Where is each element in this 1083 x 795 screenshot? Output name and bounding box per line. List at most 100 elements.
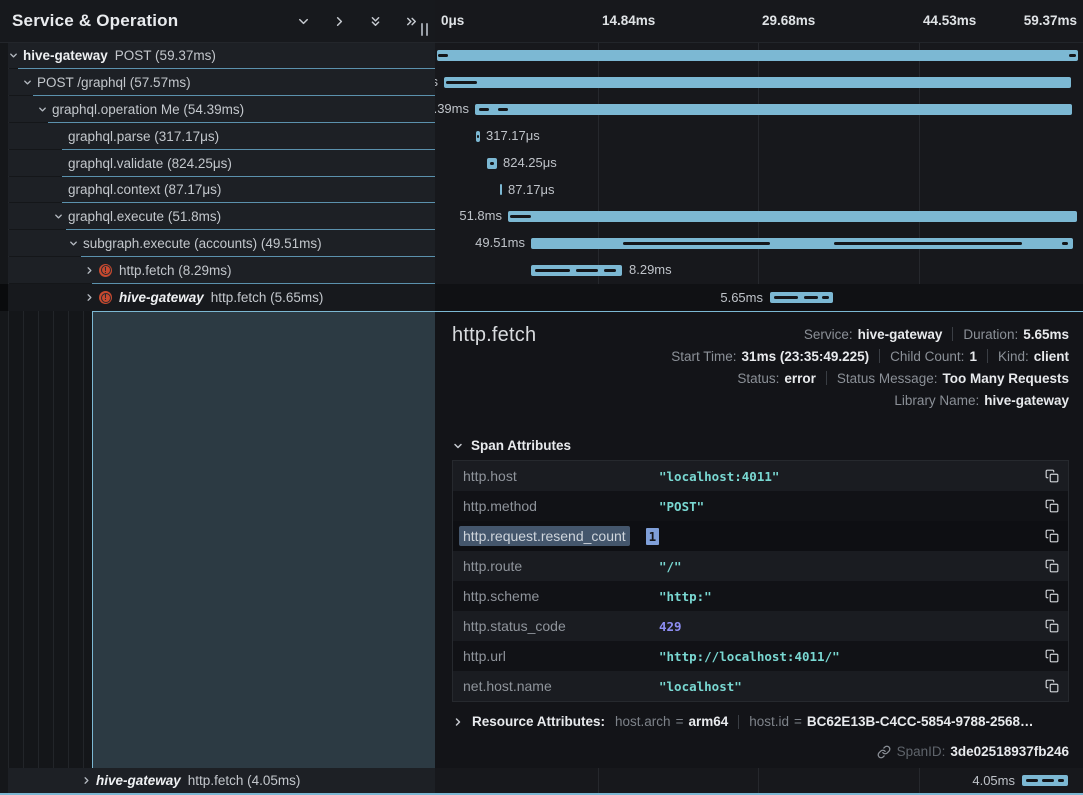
span-bar[interactable]: [444, 77, 1071, 88]
span-tree-row[interactable]: subgraph.execute (accounts) (49.51ms): [8, 230, 435, 256]
copy-icon[interactable]: [1045, 619, 1059, 633]
span-operation-name: subgraph.execute (accounts) (49.51ms): [83, 236, 322, 251]
equals-sign: =: [676, 714, 684, 729]
waterfall-row: 87.17μs: [435, 177, 1083, 202]
span-bar[interactable]: [500, 184, 502, 195]
chevron-right-icon[interactable]: [84, 292, 95, 303]
attribute-key: net.host.name: [453, 678, 659, 694]
span-meta-line: Status:errorStatus Message:Too Many Requ…: [737, 367, 1069, 389]
meta-value: hive-gateway: [858, 327, 943, 342]
chevron-right-icon[interactable]: [332, 14, 347, 29]
span-meta-line: Library Name:hive-gateway: [894, 389, 1069, 411]
attribute-value: "POST": [659, 499, 704, 514]
span-bar-child-marker: [479, 108, 489, 111]
attribute-value: 429: [659, 619, 682, 634]
chevron-down-icon[interactable]: [8, 50, 19, 61]
meta-value: client: [1034, 349, 1069, 364]
span-tree-row[interactable]: graphql.context (87.17μs): [8, 177, 435, 202]
timeline-tick-label: 14.84ms: [602, 13, 655, 28]
span-bar-child-marker: [498, 108, 508, 111]
attribute-row: http.host"localhost:4011": [453, 461, 1068, 491]
span-duration-label: 87.17μs: [508, 177, 555, 202]
span-tree-row[interactable]: graphql.execute (51.8ms): [8, 203, 435, 229]
double-chevron-right-icon[interactable]: [404, 14, 419, 29]
attribute-value: "/": [659, 559, 682, 574]
span-tree-panel: hive-gatewayPOST (59.37ms)POST /graphql …: [0, 0, 435, 795]
span-operation-name: graphql.parse (317.17μs): [68, 129, 219, 144]
attribute-row: http.method"POST": [453, 491, 1068, 521]
tree-row-border: [62, 176, 435, 177]
chevron-right-icon[interactable]: [84, 265, 95, 276]
attribute-row: http.url"http://localhost:4011/": [453, 641, 1068, 671]
span-duration-label: 51.8ms: [459, 203, 502, 229]
span-bar-child-marker: [804, 296, 818, 299]
span-duration-label: 57.57ms: [435, 69, 438, 95]
span-tree-row[interactable]: POST /graphql (57.57ms): [8, 69, 435, 95]
chevron-down-icon[interactable]: [68, 238, 79, 249]
meta-label: Status Message:: [837, 371, 938, 386]
meta-divider: [952, 327, 953, 341]
span-duration-label: 4.05ms: [972, 768, 1015, 793]
span-bar-child-marker: [834, 242, 1022, 245]
resource-attributes[interactable]: Resource Attributes: host.arch=arm64host…: [452, 714, 1069, 729]
attribute-value: 1: [646, 528, 660, 545]
span-bar[interactable]: [475, 104, 1072, 115]
span-attributes-header[interactable]: Span Attributes: [452, 438, 571, 453]
span-bar-child-marker: [1026, 779, 1038, 782]
copy-icon[interactable]: [1045, 679, 1059, 693]
panel-resize-handle[interactable]: [421, 23, 428, 36]
span-tree-row[interactable]: http.fetch (8.29ms): [8, 257, 435, 283]
span-tree-row[interactable]: graphql.operation Me (54.39ms): [8, 96, 435, 122]
copy-icon[interactable]: [1045, 649, 1059, 663]
meta-label: Duration:: [963, 327, 1018, 342]
span-attributes-table: http.host"localhost:4011"http.method"POS…: [452, 460, 1069, 702]
span-bar[interactable]: [437, 50, 1078, 61]
attribute-key: http.url: [453, 648, 659, 664]
attribute-row: http.status_code429: [453, 611, 1068, 641]
attribute-row: http.route"/": [453, 551, 1068, 581]
span-id: SpanID: 3de02518937fb246: [877, 744, 1069, 759]
span-duration-label: 317.17μs: [486, 123, 540, 149]
resource-key: host.id: [749, 714, 789, 729]
waterfall-row: 5.65ms: [435, 284, 1083, 311]
waterfall-row: 317.17μs: [435, 123, 1083, 149]
tree-panel-header: Service & Operation: [0, 0, 435, 43]
chevron-down-icon[interactable]: [296, 14, 311, 29]
span-duration-label: 5.65ms: [720, 284, 763, 311]
span-meta-line: Start Time:31ms (23:35:49.225)Child Coun…: [671, 345, 1069, 367]
span-tree-row[interactable]: graphql.parse (317.17μs): [8, 123, 435, 149]
resource-attributes-title: Resource Attributes:: [472, 714, 605, 729]
span-id-label: SpanID:: [897, 744, 946, 759]
chevron-down-icon[interactable]: [37, 104, 48, 115]
copy-icon[interactable]: [1045, 559, 1059, 573]
copy-icon[interactable]: [1045, 469, 1059, 483]
meta-label: Child Count:: [890, 349, 964, 364]
copy-icon[interactable]: [1045, 589, 1059, 603]
chevron-down-icon[interactable]: [53, 211, 64, 222]
span-tree-row[interactable]: hive-gatewayhttp.fetch (5.65ms): [8, 284, 435, 311]
span-tree-row[interactable]: graphql.validate (824.25μs): [8, 150, 435, 176]
span-details-title: http.fetch: [452, 324, 536, 347]
span-tree-row[interactable]: hive-gatewayhttp.fetch (4.05ms): [8, 768, 435, 793]
copy-icon[interactable]: [1045, 529, 1059, 543]
chevron-down-icon[interactable]: [22, 77, 33, 88]
waterfall-row: 4.05ms: [435, 768, 1083, 793]
span-attributes-title: Span Attributes: [471, 438, 571, 453]
link-icon[interactable]: [877, 745, 891, 759]
span-operation-name: http.fetch (5.65ms): [211, 290, 324, 305]
panel-title: Service & Operation: [12, 11, 178, 31]
span-duration-label: 824.25μs: [503, 150, 557, 176]
span-service-name: hive-gateway: [23, 48, 108, 63]
tree-row-border: [33, 95, 435, 96]
span-operation-name: graphql.execute (51.8ms): [68, 209, 221, 224]
timeline-tick-label: 44.53ms: [923, 13, 976, 28]
copy-icon[interactable]: [1045, 499, 1059, 513]
tree-gutter: [0, 42, 8, 795]
meta-value: 1: [969, 349, 977, 364]
indent-guide-line: [68, 311, 69, 768]
timeline-tick-label: 0μs: [441, 13, 464, 28]
chevron-right-icon[interactable]: [81, 775, 92, 786]
span-bar[interactable]: [508, 211, 1077, 222]
span-tree-row[interactable]: hive-gatewayPOST (59.37ms): [8, 42, 435, 68]
double-chevron-down-icon[interactable]: [368, 14, 383, 29]
